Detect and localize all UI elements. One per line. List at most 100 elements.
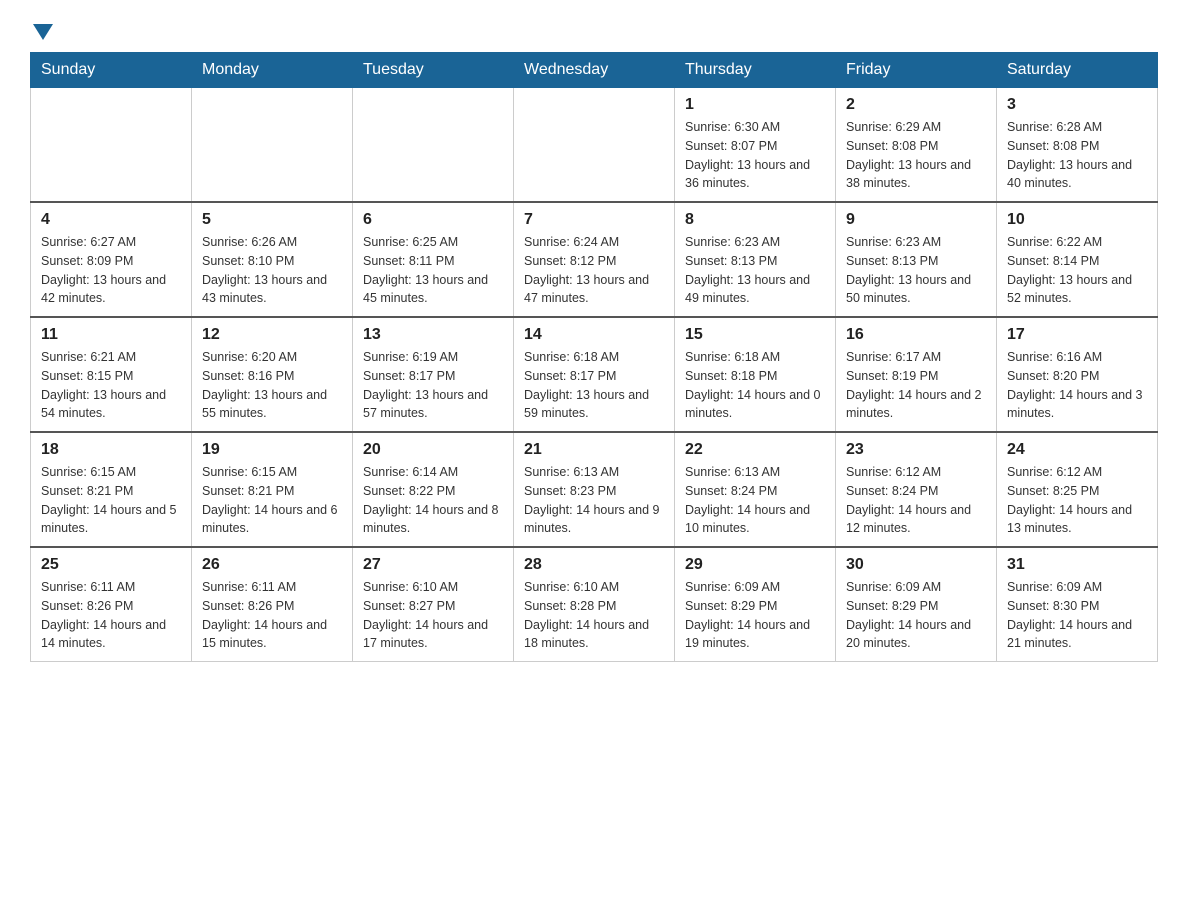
calendar-cell: 14Sunrise: 6:18 AMSunset: 8:17 PMDayligh… (514, 317, 675, 432)
calendar-cell (353, 88, 514, 203)
day-sun-info: Sunrise: 6:11 AMSunset: 8:26 PMDaylight:… (202, 578, 342, 653)
calendar-cell: 4 Sunrise: 6:27 AMSunset: 8:09 PMDaylight… (31, 202, 192, 317)
day-sun-info: Sunrise: 6:27 AMSunset: 8:09 PMDaylight:… (41, 233, 181, 308)
calendar-cell: 2 Sunrise: 6:29 AMSunset: 8:08 PMDaylight… (836, 88, 997, 203)
day-sun-info: Sunrise: 6:23 AMSunset: 8:13 PMDaylight:… (685, 233, 825, 308)
logo (30, 20, 56, 32)
day-sun-info: Sunrise: 6:24 AMSunset: 8:12 PMDaylight:… (524, 233, 664, 308)
day-sun-info: Sunrise: 6:18 AMSunset: 8:18 PMDaylight:… (685, 348, 825, 423)
day-sun-info: Sunrise: 6:12 AMSunset: 8:25 PMDaylight:… (1007, 463, 1147, 538)
day-number: 8 (685, 211, 825, 229)
day-number: 21 (524, 441, 664, 459)
day-sun-info: Sunrise: 6:17 AMSunset: 8:19 PMDaylight:… (846, 348, 986, 423)
calendar-cell: 9 Sunrise: 6:23 AMSunset: 8:13 PMDaylight… (836, 202, 997, 317)
day-number: 22 (685, 441, 825, 459)
logo-arrow-icon (33, 24, 53, 40)
day-sun-info: Sunrise: 6:30 AMSunset: 8:07 PMDaylight:… (685, 118, 825, 193)
header-friday: Friday (836, 53, 997, 88)
day-number: 16 (846, 326, 986, 344)
header-wednesday: Wednesday (514, 53, 675, 88)
day-sun-info: Sunrise: 6:13 AMSunset: 8:24 PMDaylight:… (685, 463, 825, 538)
calendar-header-row: Sunday Monday Tuesday Wednesday Thursday… (31, 53, 1158, 88)
day-sun-info: Sunrise: 6:12 AMSunset: 8:24 PMDaylight:… (846, 463, 986, 538)
day-number: 24 (1007, 441, 1147, 459)
day-sun-info: Sunrise: 6:10 AMSunset: 8:28 PMDaylight:… (524, 578, 664, 653)
day-sun-info: Sunrise: 6:18 AMSunset: 8:17 PMDaylight:… (524, 348, 664, 423)
calendar-week-row: 11 Sunrise: 6:21 AMSunset: 8:15 PMDayligh… (31, 317, 1158, 432)
day-number: 13 (363, 326, 503, 344)
day-sun-info: Sunrise: 6:29 AMSunset: 8:08 PMDaylight:… (846, 118, 986, 193)
day-sun-info: Sunrise: 6:14 AMSunset: 8:22 PMDaylight:… (363, 463, 503, 538)
day-sun-info: Sunrise: 6:19 AMSunset: 8:17 PMDaylight:… (363, 348, 503, 423)
day-sun-info: Sunrise: 6:23 AMSunset: 8:13 PMDaylight:… (846, 233, 986, 308)
day-number: 15 (685, 326, 825, 344)
day-number: 5 (202, 211, 342, 229)
day-sun-info: Sunrise: 6:13 AMSunset: 8:23 PMDaylight:… (524, 463, 664, 538)
calendar-cell: 29 Sunrise: 6:09 AMSunset: 8:29 PMDayligh… (675, 547, 836, 662)
header-monday: Monday (192, 53, 353, 88)
calendar-cell: 22 Sunrise: 6:13 AMSunset: 8:24 PMDayligh… (675, 432, 836, 547)
calendar-cell: 28 Sunrise: 6:10 AMSunset: 8:28 PMDayligh… (514, 547, 675, 662)
day-number: 25 (41, 556, 181, 574)
day-number: 9 (846, 211, 986, 229)
day-sun-info: Sunrise: 6:09 AMSunset: 8:29 PMDaylight:… (685, 578, 825, 653)
calendar-cell: 3Sunrise: 6:28 AMSunset: 8:08 PMDaylight… (997, 88, 1158, 203)
calendar-cell: 20 Sunrise: 6:14 AMSunset: 8:22 PMDayligh… (353, 432, 514, 547)
day-number: 4 (41, 211, 181, 229)
calendar-cell: 19Sunrise: 6:15 AMSunset: 8:21 PMDayligh… (192, 432, 353, 547)
calendar-week-row: 4 Sunrise: 6:27 AMSunset: 8:09 PMDaylight… (31, 202, 1158, 317)
calendar-week-row: 25 Sunrise: 6:11 AMSunset: 8:26 PMDayligh… (31, 547, 1158, 662)
calendar-cell: 6 Sunrise: 6:25 AMSunset: 8:11 PMDaylight… (353, 202, 514, 317)
day-sun-info: Sunrise: 6:15 AMSunset: 8:21 PMDaylight:… (202, 463, 342, 538)
calendar-cell: 21 Sunrise: 6:13 AMSunset: 8:23 PMDayligh… (514, 432, 675, 547)
day-sun-info: Sunrise: 6:21 AMSunset: 8:15 PMDaylight:… (41, 348, 181, 423)
day-number: 1 (685, 96, 825, 114)
day-number: 28 (524, 556, 664, 574)
calendar-cell (31, 88, 192, 203)
day-number: 29 (685, 556, 825, 574)
day-number: 26 (202, 556, 342, 574)
calendar-cell: 11 Sunrise: 6:21 AMSunset: 8:15 PMDayligh… (31, 317, 192, 432)
calendar-cell: 23Sunrise: 6:12 AMSunset: 8:24 PMDayligh… (836, 432, 997, 547)
day-sun-info: Sunrise: 6:28 AMSunset: 8:08 PMDaylight:… (1007, 118, 1147, 193)
day-number: 10 (1007, 211, 1147, 229)
day-sun-info: Sunrise: 6:20 AMSunset: 8:16 PMDaylight:… (202, 348, 342, 423)
calendar-cell: 8 Sunrise: 6:23 AMSunset: 8:13 PMDaylight… (675, 202, 836, 317)
calendar-cell: 16 Sunrise: 6:17 AMSunset: 8:19 PMDayligh… (836, 317, 997, 432)
calendar-cell (192, 88, 353, 203)
calendar-table: Sunday Monday Tuesday Wednesday Thursday… (30, 52, 1158, 662)
calendar-cell: 27Sunrise: 6:10 AMSunset: 8:27 PMDayligh… (353, 547, 514, 662)
calendar-cell: 7 Sunrise: 6:24 AMSunset: 8:12 PMDaylight… (514, 202, 675, 317)
day-number: 30 (846, 556, 986, 574)
header-tuesday: Tuesday (353, 53, 514, 88)
calendar-cell: 5 Sunrise: 6:26 AMSunset: 8:10 PMDaylight… (192, 202, 353, 317)
calendar-cell: 26 Sunrise: 6:11 AMSunset: 8:26 PMDayligh… (192, 547, 353, 662)
calendar-cell: 24 Sunrise: 6:12 AMSunset: 8:25 PMDayligh… (997, 432, 1158, 547)
day-number: 20 (363, 441, 503, 459)
day-number: 27 (363, 556, 503, 574)
day-number: 2 (846, 96, 986, 114)
calendar-cell: 13 Sunrise: 6:19 AMSunset: 8:17 PMDayligh… (353, 317, 514, 432)
calendar-cell: 10 Sunrise: 6:22 AMSunset: 8:14 PMDayligh… (997, 202, 1158, 317)
day-sun-info: Sunrise: 6:16 AMSunset: 8:20 PMDaylight:… (1007, 348, 1147, 423)
calendar-week-row: 1 Sunrise: 6:30 AMSunset: 8:07 PMDaylight… (31, 88, 1158, 203)
calendar-week-row: 18 Sunrise: 6:15 AMSunset: 8:21 PMDayligh… (31, 432, 1158, 547)
day-number: 11 (41, 326, 181, 344)
header-sunday: Sunday (31, 53, 192, 88)
day-number: 12 (202, 326, 342, 344)
day-number: 18 (41, 441, 181, 459)
calendar-cell (514, 88, 675, 203)
calendar-cell: 1 Sunrise: 6:30 AMSunset: 8:07 PMDaylight… (675, 88, 836, 203)
day-sun-info: Sunrise: 6:25 AMSunset: 8:11 PMDaylight:… (363, 233, 503, 308)
day-number: 17 (1007, 326, 1147, 344)
calendar-cell: 12 Sunrise: 6:20 AMSunset: 8:16 PMDayligh… (192, 317, 353, 432)
day-sun-info: Sunrise: 6:26 AMSunset: 8:10 PMDaylight:… (202, 233, 342, 308)
header-thursday: Thursday (675, 53, 836, 88)
day-sun-info: Sunrise: 6:11 AMSunset: 8:26 PMDaylight:… (41, 578, 181, 653)
day-sun-info: Sunrise: 6:09 AMSunset: 8:30 PMDaylight:… (1007, 578, 1147, 653)
day-sun-info: Sunrise: 6:22 AMSunset: 8:14 PMDaylight:… (1007, 233, 1147, 308)
day-sun-info: Sunrise: 6:09 AMSunset: 8:29 PMDaylight:… (846, 578, 986, 653)
day-number: 7 (524, 211, 664, 229)
day-number: 6 (363, 211, 503, 229)
calendar-cell: 30 Sunrise: 6:09 AMSunset: 8:29 PMDayligh… (836, 547, 997, 662)
